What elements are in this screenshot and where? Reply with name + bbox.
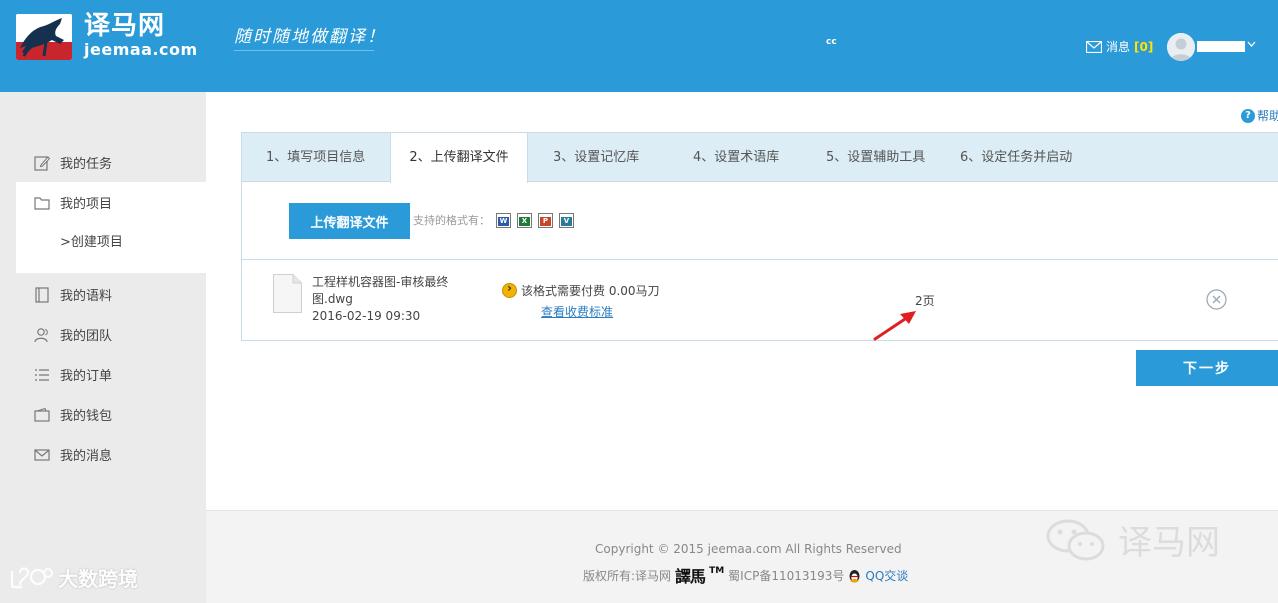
step-tabs: 1、填写项目信息 2、上传翻译文件 3、设置记忆库 4、设置术语库 5、设置辅助… xyxy=(242,133,1278,183)
top-header: 译马网 jeemaa.com 随时随地做翻译！ cc 消息 [0] xyxy=(0,0,1278,92)
step-2-tab-active[interactable]: 2、上传翻译文件 xyxy=(390,133,528,183)
powerpoint-file-icon: P xyxy=(538,212,553,228)
file-date: 2016-02-19 09:30 xyxy=(312,309,421,323)
sidebar-item-label: 我的团队 xyxy=(60,329,113,344)
question-icon: ? xyxy=(1241,108,1255,123)
sidebar-item-orders[interactable]: 我的订单 xyxy=(34,365,112,384)
avatar[interactable] xyxy=(1167,33,1195,61)
help-label: 帮助 xyxy=(1257,109,1278,123)
sidebar-item-label: 我的消息 xyxy=(60,449,113,464)
folder-icon xyxy=(34,196,50,210)
sidebar-item-label: 我的语料 xyxy=(60,289,113,304)
logo-en: jeemaa.com xyxy=(84,40,198,59)
sidebar-item-team[interactable]: 我的团队 xyxy=(34,325,112,344)
red-arrow-annotation xyxy=(872,308,922,342)
trademark-mark: TM xyxy=(709,566,725,576)
rights-text: 版权所有:译马网 xyxy=(583,568,672,583)
copyright-text: Copyright © 2015 jeemaa.com All Rights R… xyxy=(595,542,902,556)
watermark-logo-icon xyxy=(10,566,53,588)
next-step-button[interactable]: 下一步 xyxy=(1136,350,1278,386)
file-name: 工程样机容器图-审核最终图.dwg xyxy=(312,275,449,306)
watermark-right-text: 译马网 xyxy=(1118,523,1220,563)
document-icon xyxy=(273,274,302,313)
watermark-right: 译马网 xyxy=(1044,515,1220,564)
step-5-tab[interactable]: 5、设置辅助工具 xyxy=(826,133,925,182)
icp-number[interactable]: 蜀ICP备11013193号 xyxy=(728,567,844,584)
step-4-tab[interactable]: 4、设置术语库 xyxy=(693,133,779,182)
page-count: 2页 xyxy=(915,294,935,308)
watermark-left: 大数跨境 xyxy=(8,563,138,592)
icp-line: 版权所有:译马网 譯馬 TM 蜀ICP备11013193号 QQ交谈 xyxy=(583,563,908,587)
logo-text: 译马网 jeemaa.com xyxy=(84,12,198,60)
sidebar-item-label: 我的订单 xyxy=(60,369,113,384)
sidebar-subitem-create-project[interactable]: >创建项目 xyxy=(60,231,123,250)
logo-cn: 译马网 xyxy=(84,11,166,41)
sidebar-item-label: 我的项目 xyxy=(60,197,113,212)
fee-text: 该格式需要付费 0.00马刀 xyxy=(521,284,660,298)
mail-icon xyxy=(34,448,50,461)
file-row-divider xyxy=(242,259,1278,260)
supported-formats: 支持的格式有： W X P V xyxy=(413,212,574,228)
sidebar-item-label: 我的钱包 xyxy=(60,409,113,424)
coin-icon xyxy=(502,281,517,298)
slogan-underline xyxy=(234,50,374,51)
word-file-icon: W xyxy=(496,212,511,228)
sidebar-item-corpus[interactable]: 我的语料 xyxy=(34,285,112,304)
brand-seal: 譯馬 xyxy=(675,567,706,586)
messages-label: 消息 xyxy=(1106,40,1131,54)
messages-link[interactable]: 消息 [0] xyxy=(1086,38,1153,55)
sidebar-item-label: 我的任务 xyxy=(60,157,113,172)
visio-file-icon: V xyxy=(559,212,574,228)
upload-file-button[interactable]: 上传翻译文件 xyxy=(289,203,410,239)
book-icon xyxy=(35,286,49,303)
step-3-tab[interactable]: 3、设置记忆库 xyxy=(553,133,639,182)
step-6-tab[interactable]: 6、设定任务并启动 xyxy=(960,133,1072,182)
help-link[interactable]: ? 帮助 xyxy=(1241,107,1278,124)
logo-icon[interactable] xyxy=(16,14,72,60)
wallet-icon xyxy=(34,407,50,422)
envelope-icon xyxy=(1086,40,1102,53)
excel-file-icon: X xyxy=(517,212,532,228)
step-1-tab[interactable]: 1、填写项目信息 xyxy=(266,133,365,182)
username[interactable] xyxy=(1197,41,1245,52)
wizard-panel: 1、填写项目信息 2、上传翻译文件 3、设置记忆库 4、设置术语库 5、设置辅助… xyxy=(241,132,1278,341)
list-icon xyxy=(35,368,49,381)
chevron-down-icon[interactable] xyxy=(1247,38,1256,51)
team-icon xyxy=(34,327,48,342)
edit-icon xyxy=(34,155,50,171)
fee-notice: 该格式需要付费 0.00马刀 xyxy=(502,281,660,299)
header-cc-text: cc xyxy=(826,37,837,47)
formats-label: 支持的格式有： xyxy=(413,214,490,227)
watermark-left-text: 大数跨境 xyxy=(58,567,138,591)
remove-file-icon[interactable] xyxy=(1206,289,1227,310)
qq-penguin-icon xyxy=(849,569,860,582)
qq-chat-link[interactable]: QQ交谈 xyxy=(865,567,908,584)
sidebar-item-messages[interactable]: 我的消息 xyxy=(34,445,112,464)
sidebar-item-wallet[interactable]: 我的钱包 xyxy=(34,405,112,424)
slogan: 随时随地做翻译！ xyxy=(234,27,386,47)
fee-standard-link[interactable]: 查看收费标准 xyxy=(541,303,613,320)
sidebar-item-tasks[interactable]: 我的任务 xyxy=(34,153,112,172)
sidebar-item-projects[interactable]: 我的项目 xyxy=(34,193,112,212)
wechat-icon xyxy=(1046,519,1105,560)
messages-count: [0] xyxy=(1134,39,1154,54)
